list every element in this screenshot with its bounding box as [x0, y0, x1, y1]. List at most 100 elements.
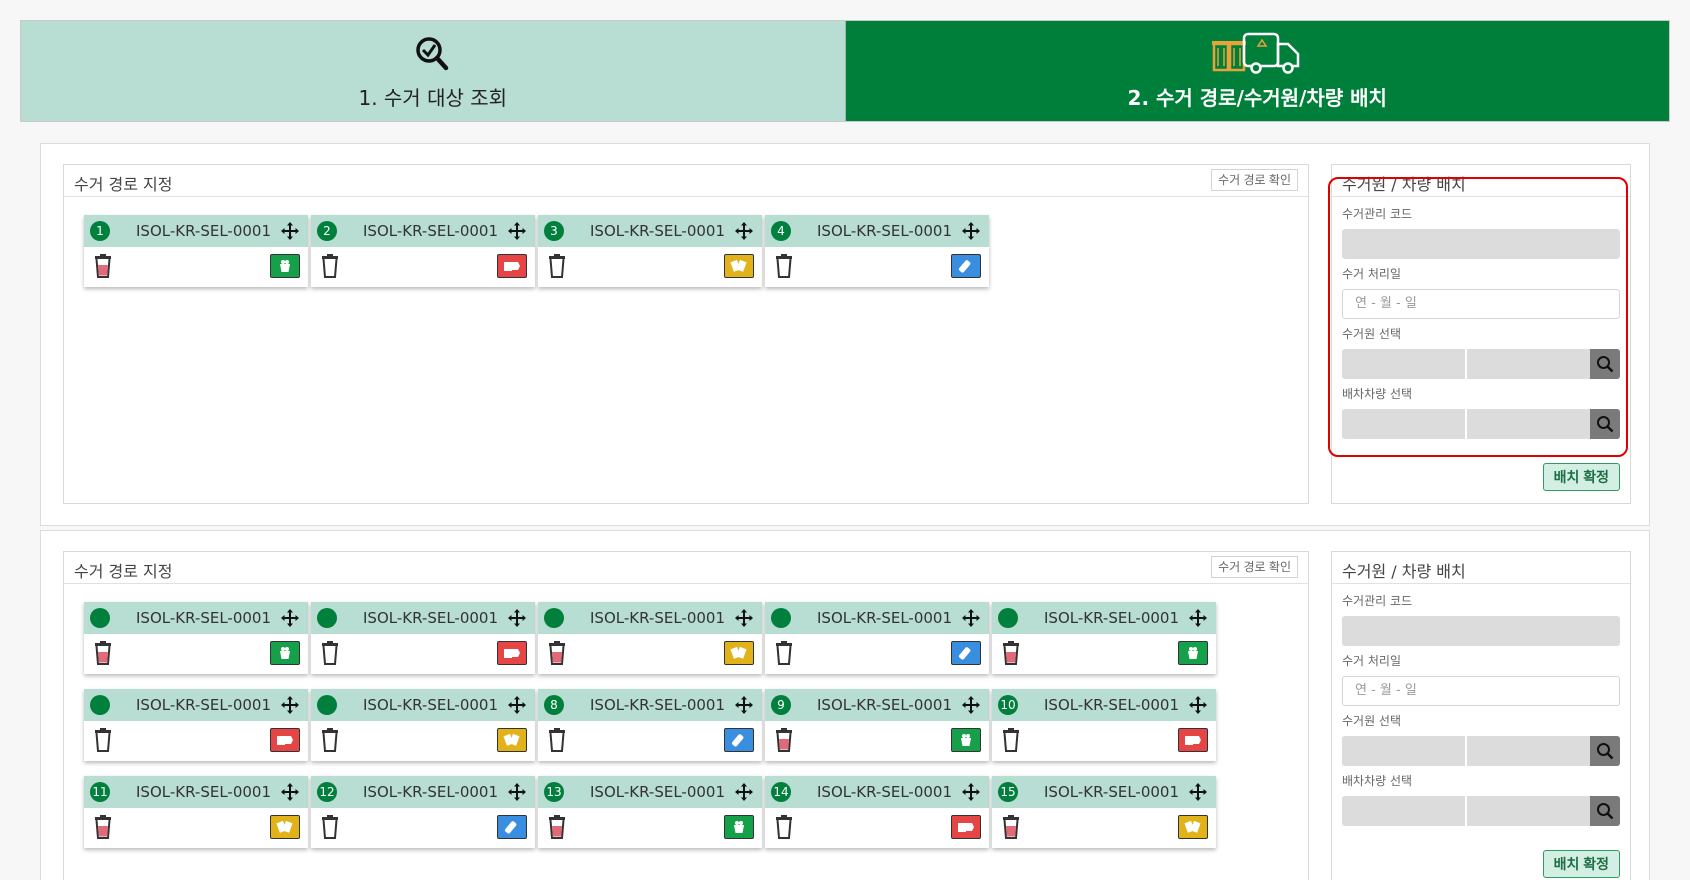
filled-bin-icon: [548, 641, 566, 665]
red-waste-type-icon: [497, 641, 527, 665]
collection-date-input[interactable]: 연 - 월 - 일: [1342, 676, 1620, 706]
vehicle-name-input[interactable]: [1467, 409, 1590, 439]
route-card-header: 9 ISOL-KR-SEL-0001: [765, 689, 989, 721]
vehicle-search-button[interactable]: [1590, 409, 1620, 439]
route-card[interactable]: 2 ISOL-KR-SEL-0001: [311, 215, 535, 287]
drag-move-icon[interactable]: [507, 782, 527, 802]
check-route-button[interactable]: 수거 경로 확인: [1211, 169, 1298, 191]
confirm-assignment-button[interactable]: 배치 확정: [1542, 463, 1620, 491]
drag-move-icon[interactable]: [734, 608, 754, 628]
collection-code-input[interactable]: [1342, 616, 1620, 646]
route-card[interactable]: ISOL-KR-SEL-0001: [992, 602, 1216, 674]
route-card-header: ISOL-KR-SEL-0001: [538, 602, 762, 634]
vehicle-field-group: 배차차량 선택: [1342, 385, 1620, 439]
drag-move-icon[interactable]: [734, 782, 754, 802]
assignment-panel-2: 수거 경로 지정 수거 경로 확인 ISOL-KR-SEL-0001 ISOL-K…: [40, 530, 1650, 880]
route-card[interactable]: 9 ISOL-KR-SEL-0001: [765, 689, 989, 761]
worker-field-group: 수거원 선택: [1342, 325, 1620, 379]
worker-search-button[interactable]: [1590, 736, 1620, 766]
empty-bin-icon: [775, 641, 793, 665]
drag-move-icon[interactable]: [507, 608, 527, 628]
yellow-waste-type-icon: [1178, 815, 1208, 839]
worker-name-input[interactable]: [1467, 349, 1590, 379]
drag-move-icon[interactable]: [280, 782, 300, 802]
route-card[interactable]: ISOL-KR-SEL-0001: [84, 602, 308, 674]
drag-move-icon[interactable]: [507, 221, 527, 241]
tab-step-2-assign[interactable]: 2. 수거 경로/수거원/차량 배치: [845, 21, 1669, 121]
yellow-waste-type-icon: [497, 728, 527, 752]
bin-code: ISOL-KR-SEL-0001: [1044, 783, 1179, 801]
route-card-header: 14 ISOL-KR-SEL-0001: [765, 776, 989, 808]
vehicle-id-input[interactable]: [1342, 409, 1467, 439]
route-card[interactable]: ISOL-KR-SEL-0001: [311, 602, 535, 674]
collection-date-input[interactable]: 연 - 월 - 일: [1342, 289, 1620, 319]
drag-move-icon[interactable]: [961, 221, 981, 241]
bin-code: ISOL-KR-SEL-0001: [136, 696, 271, 714]
vehicle-name-input[interactable]: [1467, 796, 1590, 826]
route-card[interactable]: 4 ISOL-KR-SEL-0001: [765, 215, 989, 287]
green-waste-type-icon: [270, 254, 300, 278]
route-card-header: ISOL-KR-SEL-0001: [84, 689, 308, 721]
drag-move-icon[interactable]: [280, 695, 300, 715]
blue-waste-type-icon: [724, 728, 754, 752]
confirm-assignment-button[interactable]: 배치 확정: [1542, 850, 1620, 878]
empty-bin-icon: [548, 728, 566, 752]
route-card[interactable]: ISOL-KR-SEL-0001: [311, 689, 535, 761]
vehicle-search-button[interactable]: [1590, 796, 1620, 826]
bin-code: ISOL-KR-SEL-0001: [363, 222, 498, 240]
filled-bin-icon: [775, 728, 793, 752]
route-card[interactable]: 11 ISOL-KR-SEL-0001: [84, 776, 308, 848]
drag-move-icon[interactable]: [280, 221, 300, 241]
filled-bin-icon: [1002, 641, 1020, 665]
route-card[interactable]: ISOL-KR-SEL-0001: [765, 602, 989, 674]
route-card[interactable]: 14 ISOL-KR-SEL-0001: [765, 776, 989, 848]
blue-waste-type-icon: [497, 815, 527, 839]
route-card[interactable]: 10 ISOL-KR-SEL-0001: [992, 689, 1216, 761]
drag-move-icon[interactable]: [1188, 695, 1208, 715]
route-card[interactable]: 1 ISOL-KR-SEL-0001: [84, 215, 308, 287]
worker-vehicle-form: 수거원 / 차량 배치 수거관리 코드 수거 처리일 연 - 월 - 일 수거원…: [1331, 164, 1631, 504]
filled-bin-icon: [1002, 815, 1020, 839]
drag-move-icon[interactable]: [280, 608, 300, 628]
date-field-group: 수거 처리일 연 - 월 - 일: [1342, 265, 1620, 319]
drag-move-icon[interactable]: [507, 695, 527, 715]
worker-id-input[interactable]: [1342, 736, 1467, 766]
order-badge: 1: [90, 221, 110, 241]
bin-code: ISOL-KR-SEL-0001: [136, 222, 271, 240]
worker-search-button[interactable]: [1590, 349, 1620, 379]
route-card[interactable]: 3 ISOL-KR-SEL-0001: [538, 215, 762, 287]
vehicle-select: [1342, 409, 1620, 439]
filled-bin-icon: [94, 641, 112, 665]
green-waste-type-icon: [1178, 641, 1208, 665]
vehicle-id-input[interactable]: [1342, 796, 1467, 826]
tab-step-1-search[interactable]: 1. 수거 대상 조회: [21, 21, 846, 121]
order-badge: [544, 608, 564, 628]
drag-move-icon[interactable]: [1188, 782, 1208, 802]
check-route-button[interactable]: 수거 경로 확인: [1211, 556, 1298, 578]
drag-move-icon[interactable]: [734, 695, 754, 715]
drag-move-icon[interactable]: [734, 221, 754, 241]
code-label: 수거관리 코드: [1342, 207, 1413, 221]
bin-code: ISOL-KR-SEL-0001: [1044, 609, 1179, 627]
drag-move-icon[interactable]: [961, 695, 981, 715]
route-card[interactable]: 8 ISOL-KR-SEL-0001: [538, 689, 762, 761]
drag-move-icon[interactable]: [961, 782, 981, 802]
route-card[interactable]: 12 ISOL-KR-SEL-0001: [311, 776, 535, 848]
route-card[interactable]: ISOL-KR-SEL-0001: [538, 602, 762, 674]
drag-move-icon[interactable]: [961, 608, 981, 628]
order-badge: 13: [544, 782, 564, 802]
order-badge: [90, 695, 110, 715]
route-card-header: ISOL-KR-SEL-0001: [84, 602, 308, 634]
worker-id-input[interactable]: [1342, 349, 1467, 379]
worker-name-input[interactable]: [1467, 736, 1590, 766]
drag-move-icon[interactable]: [1188, 608, 1208, 628]
collection-code-input[interactable]: [1342, 229, 1620, 259]
bin-code: ISOL-KR-SEL-0001: [363, 696, 498, 714]
blue-waste-type-icon: [951, 254, 981, 278]
route-card[interactable]: 15 ISOL-KR-SEL-0001: [992, 776, 1216, 848]
bin-code: ISOL-KR-SEL-0001: [817, 609, 952, 627]
form-title: 수거원 / 차량 배치: [1342, 562, 1466, 581]
route-card[interactable]: ISOL-KR-SEL-0001: [84, 689, 308, 761]
route-card-header: 4 ISOL-KR-SEL-0001: [765, 215, 989, 247]
route-card[interactable]: 13 ISOL-KR-SEL-0001: [538, 776, 762, 848]
